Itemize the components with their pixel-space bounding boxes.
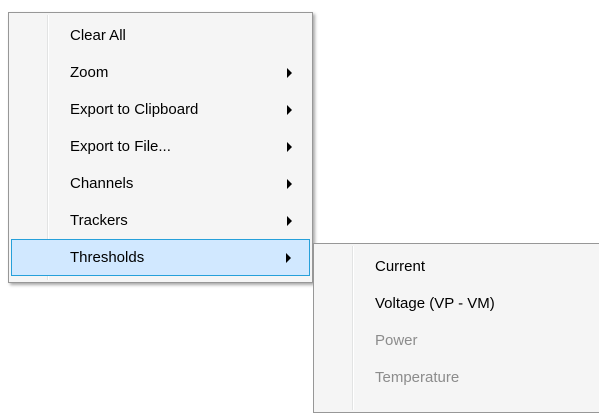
menu-item-label: Power [375, 332, 418, 349]
submenu-item-power: Power [316, 322, 599, 359]
menu-item-label: Export to Clipboard [70, 101, 199, 118]
submenu-arrow-icon [287, 178, 292, 189]
menu-item-label: Export to File... [70, 138, 171, 155]
submenu-arrow-icon [287, 215, 292, 226]
menu-item-label: Zoom [70, 64, 109, 81]
menu-item-channels[interactable]: Channels [11, 165, 310, 202]
menu-item-trackers[interactable]: Trackers [11, 202, 310, 239]
submenu-arrow-icon [287, 141, 292, 152]
menu-item-label: Current [375, 258, 426, 275]
menu-item-label: Thresholds [70, 249, 145, 266]
menu-item-zoom[interactable]: Zoom [11, 54, 310, 91]
menu-item-label: Trackers [70, 212, 128, 229]
submenu-arrow-icon [287, 104, 292, 115]
thresholds-submenu: Current Voltage (VP - VM) Power Temperat… [313, 243, 599, 413]
submenu-item-temperature: Temperature [316, 359, 599, 396]
submenu-item-current[interactable]: Current [316, 248, 599, 285]
menu-item-export-to-clipboard[interactable]: Export to Clipboard [11, 91, 310, 128]
menu-item-label: Channels [70, 175, 134, 192]
menu-item-label: Clear All [70, 27, 126, 44]
submenu-item-voltage[interactable]: Voltage (VP - VM) [316, 285, 599, 322]
submenu-arrow-icon [286, 252, 291, 263]
menu-item-label: Voltage (VP - VM) [375, 295, 495, 312]
menu-item-thresholds[interactable]: Thresholds [11, 239, 310, 276]
menu-item-clear-all[interactable]: Clear All [11, 17, 310, 54]
menu-item-export-to-file[interactable]: Export to File... [11, 128, 310, 165]
context-menu: Clear All Zoom Export to Clipboard Expor… [8, 12, 313, 283]
submenu-arrow-icon [287, 67, 292, 78]
menu-item-label: Temperature [375, 369, 460, 386]
